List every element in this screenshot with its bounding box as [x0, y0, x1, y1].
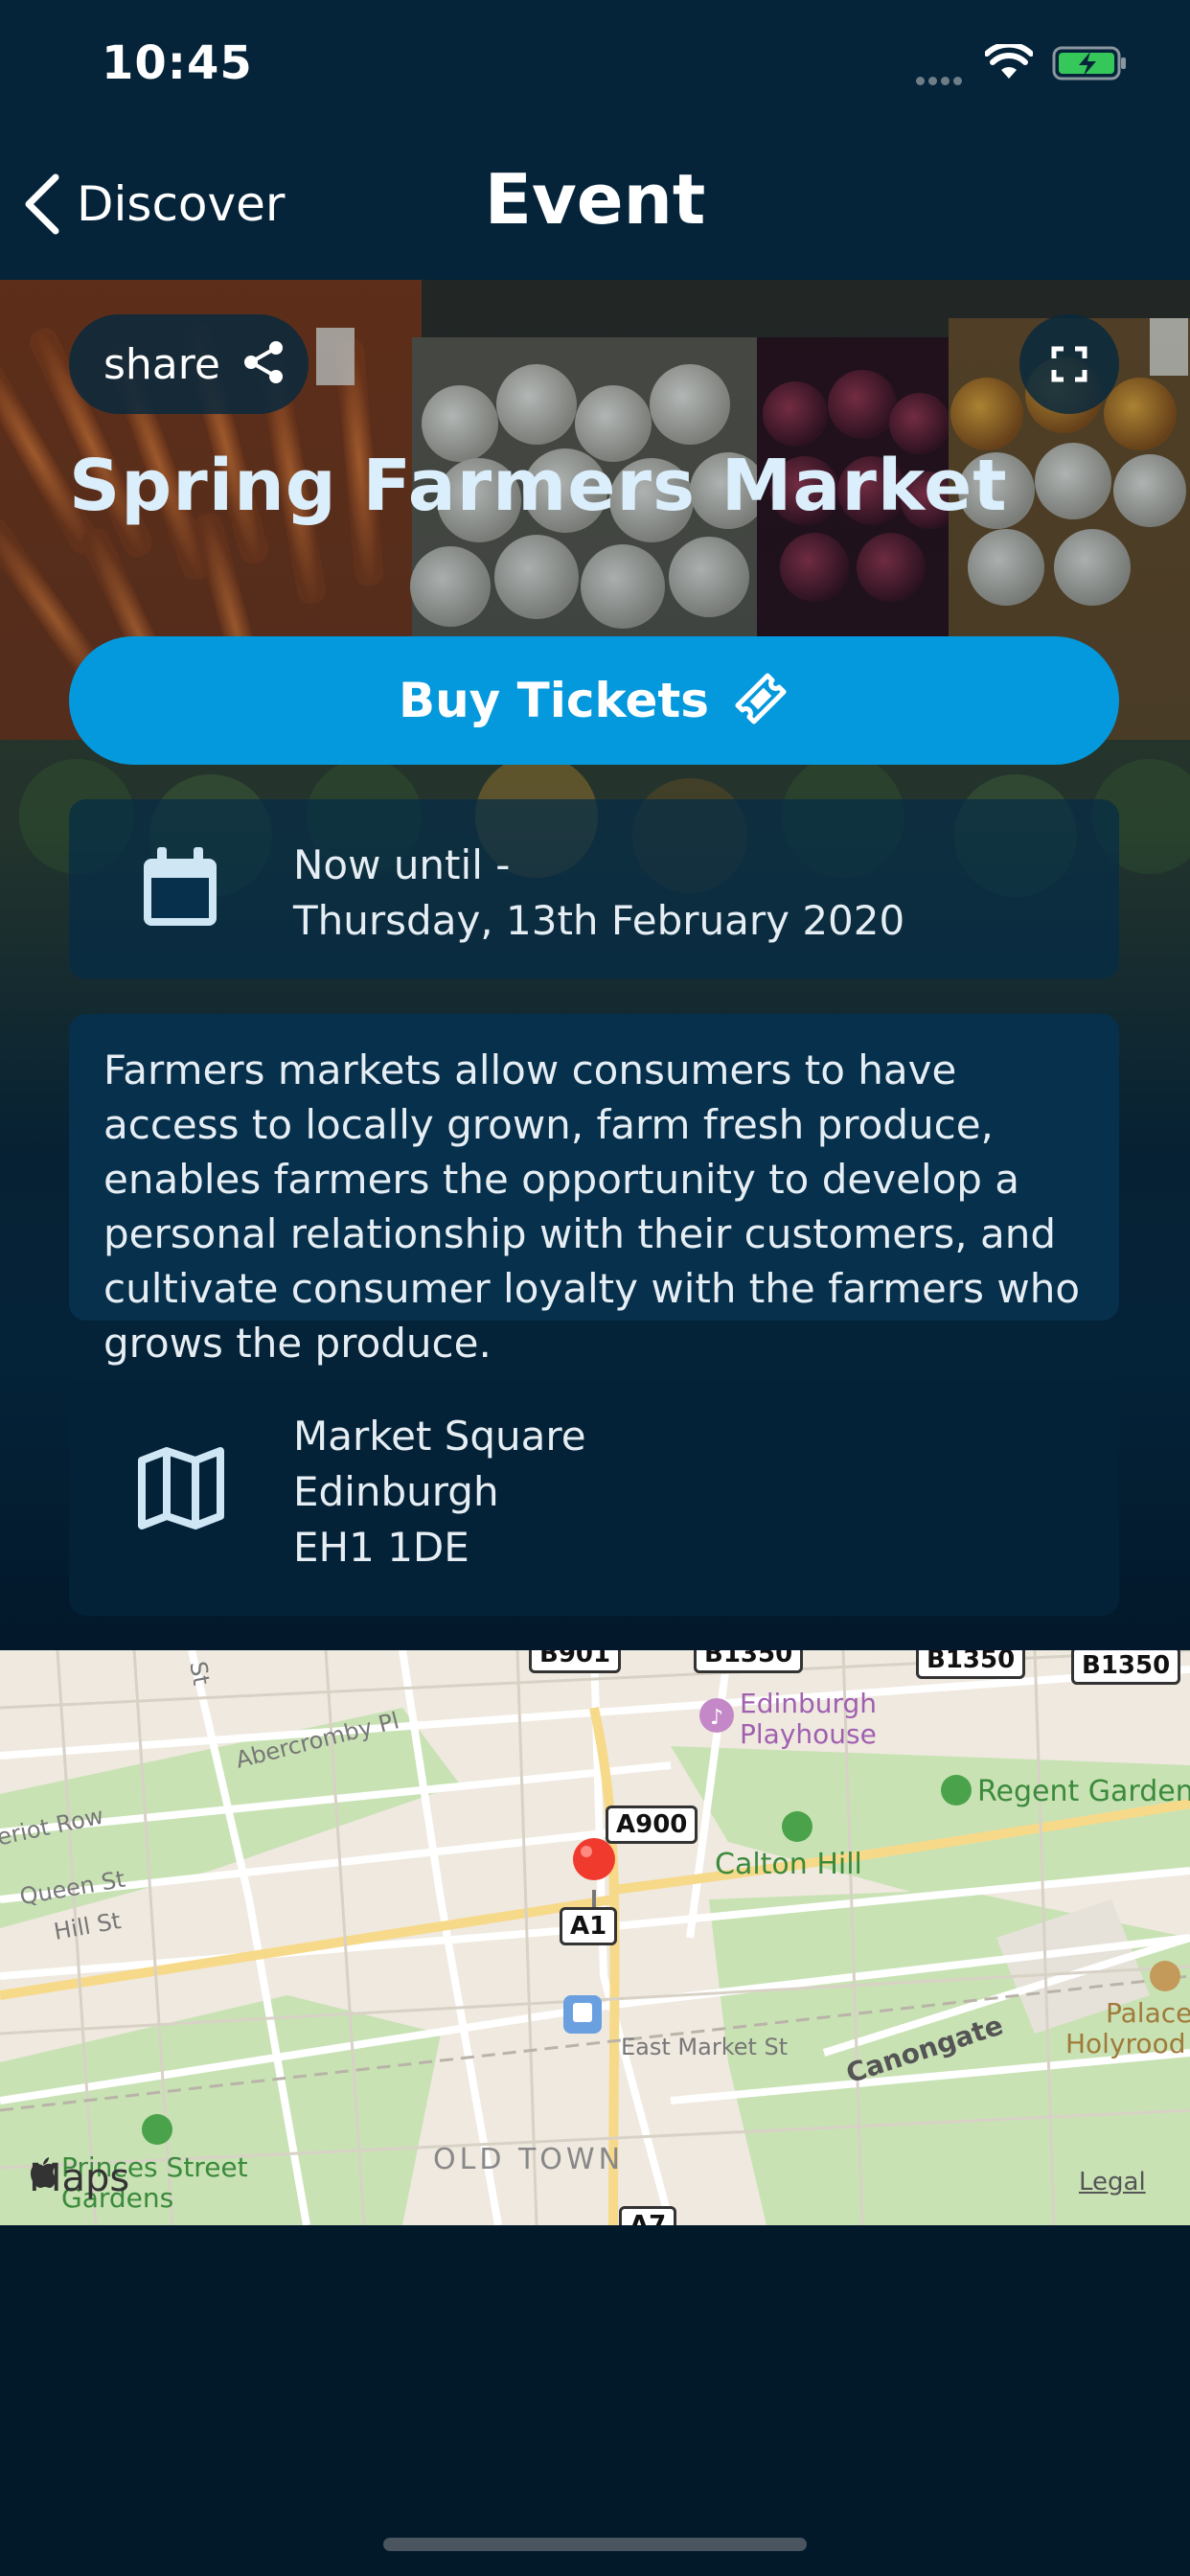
share-icon — [241, 340, 286, 388]
calendar-icon — [140, 845, 220, 933]
ticket-icon — [732, 670, 790, 731]
road-shield-a7: A7 — [619, 2206, 677, 2225]
road-shield-b1350-3: B1350 — [1071, 1650, 1181, 1685]
status-bar: 10:45 — [0, 0, 1190, 134]
event-title: Spring Farmers Market — [69, 445, 1008, 527]
apple-maps-logo: Maps — [29, 2156, 129, 2200]
event-map[interactable]: ♪ A900 A1 B901 B1350 B1350 B1350 A7 Edin… — [0, 1650, 1190, 2225]
share-button[interactable]: share — [69, 314, 309, 414]
status-time: 10:45 — [102, 36, 253, 90]
event-location-card[interactable]: Market Square Edinburgh EH1 1DE — [69, 1380, 1119, 1616]
cellular-signal-icon — [916, 71, 966, 89]
date-line-1: Now until - — [293, 841, 511, 888]
svg-text:♪: ♪ — [710, 1706, 723, 1730]
event-date-card: Now until - Thursday, 13th February 2020 — [69, 799, 1119, 979]
road-shield-b1350-1: B1350 — [694, 1650, 804, 1673]
battery-icon — [1052, 44, 1129, 86]
event-description-card: Farmers markets allow consumers to have … — [69, 1014, 1119, 1367]
home-indicator[interactable] — [383, 2538, 807, 2551]
location-line-1: Market Square — [293, 1413, 586, 1460]
map-icon — [136, 1447, 226, 1533]
page-title: Event — [484, 159, 706, 240]
wifi-icon — [984, 41, 1034, 84]
map-label-edinburgh-playhouse: Edinburgh Playhouse — [740, 1688, 878, 1750]
road-shield-b901: B901 — [529, 1650, 622, 1673]
legal-link[interactable]: Legal — [1079, 2168, 1146, 2196]
road-shield-a900: A900 — [606, 1806, 698, 1844]
apple-icon — [31, 2157, 57, 2188]
buy-tickets-label: Buy Tickets — [398, 673, 710, 728]
road-shield-b1350-2: B1350 — [916, 1650, 1026, 1679]
map-label-east-market-st: East Market St — [621, 2034, 789, 2060]
road-shield-a1: A1 — [560, 1907, 618, 1945]
buy-tickets-button[interactable]: Buy Tickets — [69, 636, 1119, 765]
expand-icon — [1051, 346, 1087, 382]
map-label-holyrood: Holyrood — [1065, 2028, 1186, 2059]
location-line-3: EH1 1DE — [293, 1524, 469, 1571]
date-line-2: Thursday, 13th February 2020 — [293, 897, 905, 944]
map-label-regent-gardens: Regent Gardens — [977, 1775, 1190, 1808]
map-label-calton-hill: Calton Hill — [715, 1848, 862, 1881]
event-hero: share Spring Farmers Market Buy Tickets — [0, 280, 1190, 1650]
event-description: Farmers markets allow consumers to have … — [103, 1046, 1081, 1367]
fullscreen-button[interactable] — [1019, 314, 1119, 414]
share-label: share — [103, 339, 220, 389]
map-label-st: St — [184, 1659, 216, 1688]
navigation-bar: Discover Event — [0, 134, 1190, 280]
location-line-2: Edinburgh — [293, 1468, 499, 1515]
map-label-palace: Palace — [1106, 1997, 1190, 2029]
map-label-old-town: OLD TOWN — [433, 2143, 625, 2176]
